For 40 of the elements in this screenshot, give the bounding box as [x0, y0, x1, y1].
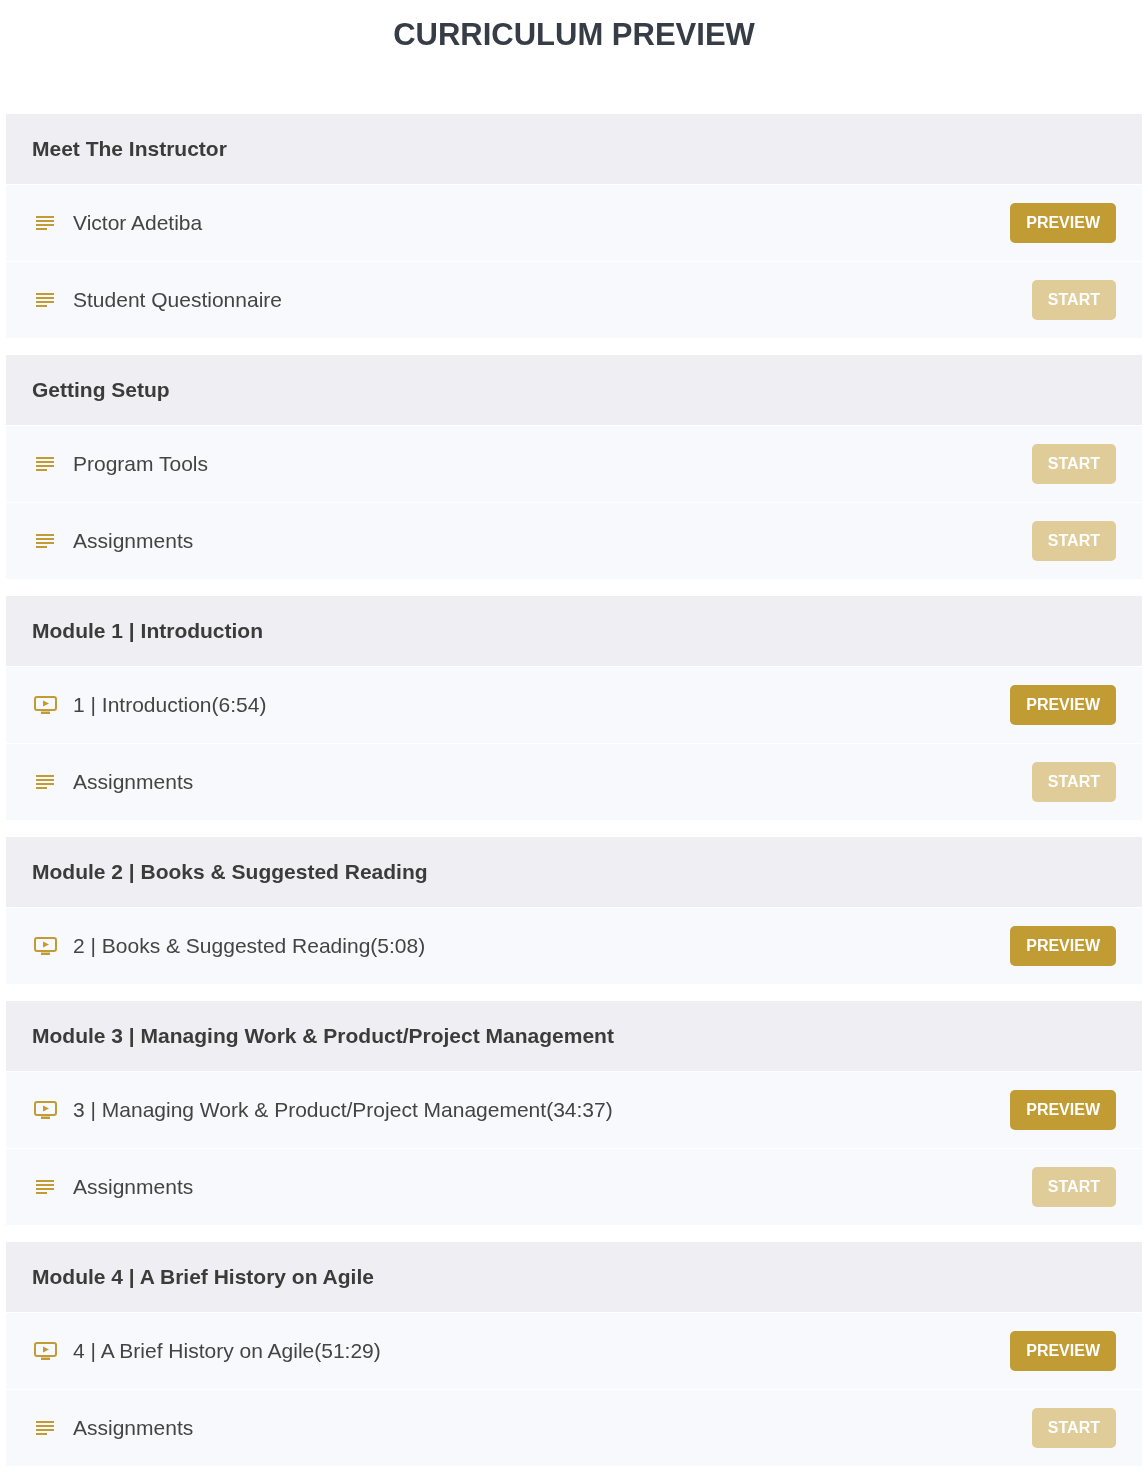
- section-header: Module 2 | Books & Suggested Reading: [6, 837, 1142, 907]
- section-header: Module 4 | A Brief History on Agile: [6, 1242, 1142, 1312]
- lesson-title: 4 | A Brief History on Agile(51:29): [73, 1338, 381, 1365]
- start-button[interactable]: START: [1031, 521, 1116, 561]
- lesson-title: Assignments: [73, 769, 194, 796]
- lesson-title: 2 | Books & Suggested Reading(5:08): [73, 933, 426, 960]
- page-title: CURRICULUM PREVIEW: [393, 16, 755, 54]
- section-header: Meet The Instructor: [6, 114, 1142, 184]
- preview-button[interactable]: PREVIEW: [1010, 1090, 1116, 1130]
- text-lines-icon: [36, 457, 54, 471]
- lesson-title: 1 | Introduction(6:54): [73, 692, 267, 719]
- preview-button[interactable]: PREVIEW: [1010, 1331, 1116, 1371]
- text-lines-icon: [36, 1421, 54, 1435]
- video-play-icon: [33, 1342, 57, 1360]
- start-button[interactable]: START: [1031, 280, 1116, 320]
- section-header: Module 3 | Managing Work & Product/Project Management: [6, 1001, 1142, 1071]
- text-lines-icon: [36, 1180, 54, 1194]
- preview-button[interactable]: PREVIEW: [1010, 926, 1116, 966]
- lesson-title: 3 | Managing Work & Product/Project Management(34:37): [73, 1097, 613, 1124]
- lesson-title: Student Questionnaire: [73, 287, 282, 314]
- preview-button[interactable]: PREVIEW: [1010, 685, 1116, 725]
- text-lines-icon: [36, 293, 54, 307]
- text-lines-icon: [36, 534, 54, 548]
- video-play-icon: [33, 1101, 57, 1119]
- start-button[interactable]: START: [1031, 1167, 1116, 1207]
- lesson-title: Program Tools: [73, 451, 208, 478]
- preview-button[interactable]: PREVIEW: [1010, 203, 1116, 243]
- text-lines-icon: [36, 216, 54, 230]
- lesson-title: Victor Adetiba: [73, 210, 203, 237]
- lesson-title: Assignments: [73, 1415, 194, 1442]
- lesson-title: Assignments: [73, 1174, 194, 1201]
- start-button[interactable]: START: [1031, 444, 1116, 484]
- start-button[interactable]: START: [1031, 1408, 1116, 1448]
- video-play-icon: [33, 696, 57, 714]
- section-header: Getting Setup: [6, 355, 1142, 425]
- text-lines-icon: [36, 775, 54, 789]
- section-header: Module 1 | Introduction: [6, 596, 1142, 666]
- start-button[interactable]: START: [1031, 762, 1116, 802]
- video-play-icon: [33, 937, 57, 955]
- lesson-title: Assignments: [73, 528, 194, 555]
